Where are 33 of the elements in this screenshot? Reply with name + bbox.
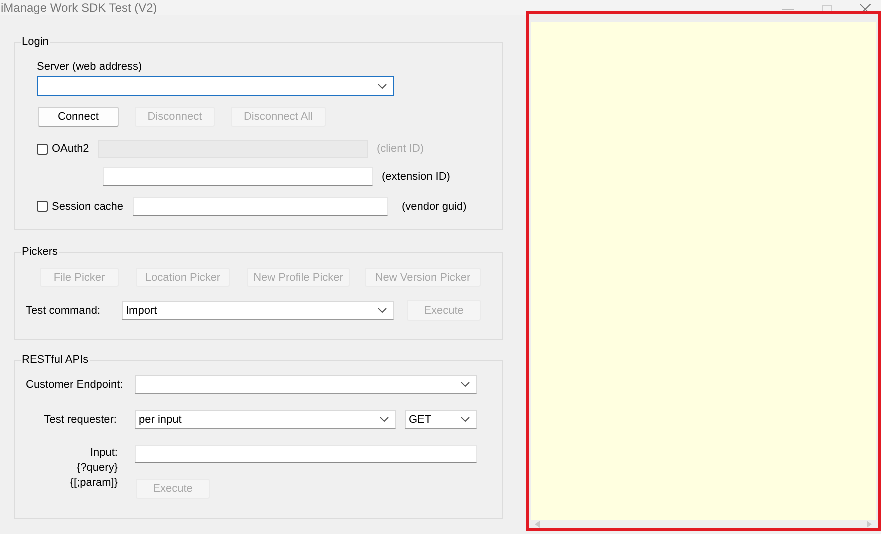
group-title: Pickers: [21, 246, 60, 258]
chevron-icon: [461, 417, 470, 422]
group-title: Login: [21, 36, 50, 48]
extension-id-label: (extension ID): [382, 170, 450, 182]
method-combo[interactable]: GET: [405, 410, 477, 429]
endpoint-combo[interactable]: [135, 375, 477, 394]
extension-id-field[interactable]: [103, 167, 373, 186]
session-cache-checkbox[interactable]: [37, 201, 48, 212]
test-command-combo[interactable]: Import: [122, 301, 394, 320]
action-button[interactable]: Connect: [38, 107, 119, 127]
requester-combo[interactable]: per input: [135, 410, 396, 429]
vendor-guid-field[interactable]: [133, 197, 388, 216]
server-label: Server (web address): [37, 61, 144, 73]
group-title: RESTful APIs: [21, 354, 90, 366]
session-cache-label: Session cache: [52, 200, 125, 212]
chevron-icon: [378, 84, 387, 88]
test-command-label: Test command:: [26, 304, 102, 316]
chevron-icon: [461, 382, 470, 387]
chevron-icon: [380, 417, 389, 422]
requester-label: Test requester:: [43, 414, 117, 426]
chevron-icon: [378, 308, 387, 313]
oauth-checkbox[interactable]: [37, 144, 48, 154]
input-label: {[;param]}: [70, 477, 118, 489]
endpoint-label: Customer Endpoint:: [26, 378, 124, 390]
input-label: {?query}: [77, 462, 118, 474]
input-label: Input:: [90, 447, 118, 459]
server-combo[interactable]: [37, 76, 394, 96]
minimize-icon[interactable]: [782, 8, 794, 10]
client-id-label: (client ID): [377, 143, 424, 155]
oauth-label: OAuth2: [52, 143, 90, 155]
window-title: iManage Work SDK Test (V2): [1, 0, 158, 14]
input-field[interactable]: [135, 445, 477, 463]
vendor-guid-label: (vendor guid): [402, 200, 467, 212]
